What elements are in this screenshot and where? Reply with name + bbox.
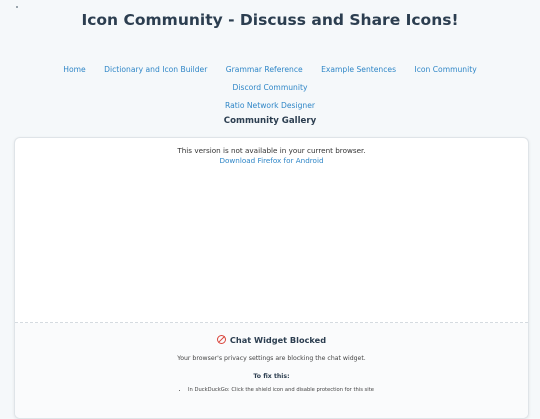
gallery-card: This version is not available in your cu… [14, 137, 529, 419]
main-nav: Home Dictionary and Icon Builder Grammar… [30, 61, 510, 115]
chat-blocked-message: Your browser's privacy settings are bloc… [177, 355, 366, 362]
fix-step: In DuckDuckGo: Click the shield icon and… [188, 387, 388, 394]
chat-blocked-title: Chat Widget Blocked [229, 335, 327, 345]
nav-link-dictionary[interactable]: Dictionary and Icon Builder [104, 65, 207, 74]
nav-link-grammar[interactable]: Grammar Reference [226, 65, 303, 74]
browser-unavailable-text: This version is not available in your cu… [177, 146, 366, 155]
page-title: Icon Community - Discuss and Share Icons… [81, 11, 459, 29]
ban-icon [216, 335, 226, 344]
gallery-heading: Community Gallery [223, 116, 317, 126]
corner-marker [16, 6, 18, 8]
chat-blocked-heading: Chat Widget Blocked [15, 335, 528, 345]
fix-steps-list: In DuckDuckGo: Click the shield icon and… [178, 387, 388, 394]
fix-heading: To fix this: [253, 373, 290, 380]
nav-link-examples[interactable]: Example Sentences [321, 65, 396, 74]
nav-link-home[interactable]: Home [63, 65, 85, 74]
download-firefox-link[interactable]: Download Firefox for Android [15, 156, 528, 166]
nav-link-icon-community[interactable]: Icon Community [414, 65, 476, 74]
nav-link-ratio-designer[interactable]: Ratio Network Designer [225, 101, 315, 110]
chat-blocked-panel: Chat Widget Blocked Your browser's priva… [15, 323, 528, 418]
gallery-embed: This version is not available in your cu… [15, 138, 528, 322]
nav-link-discord[interactable]: Discord Community [233, 83, 308, 92]
